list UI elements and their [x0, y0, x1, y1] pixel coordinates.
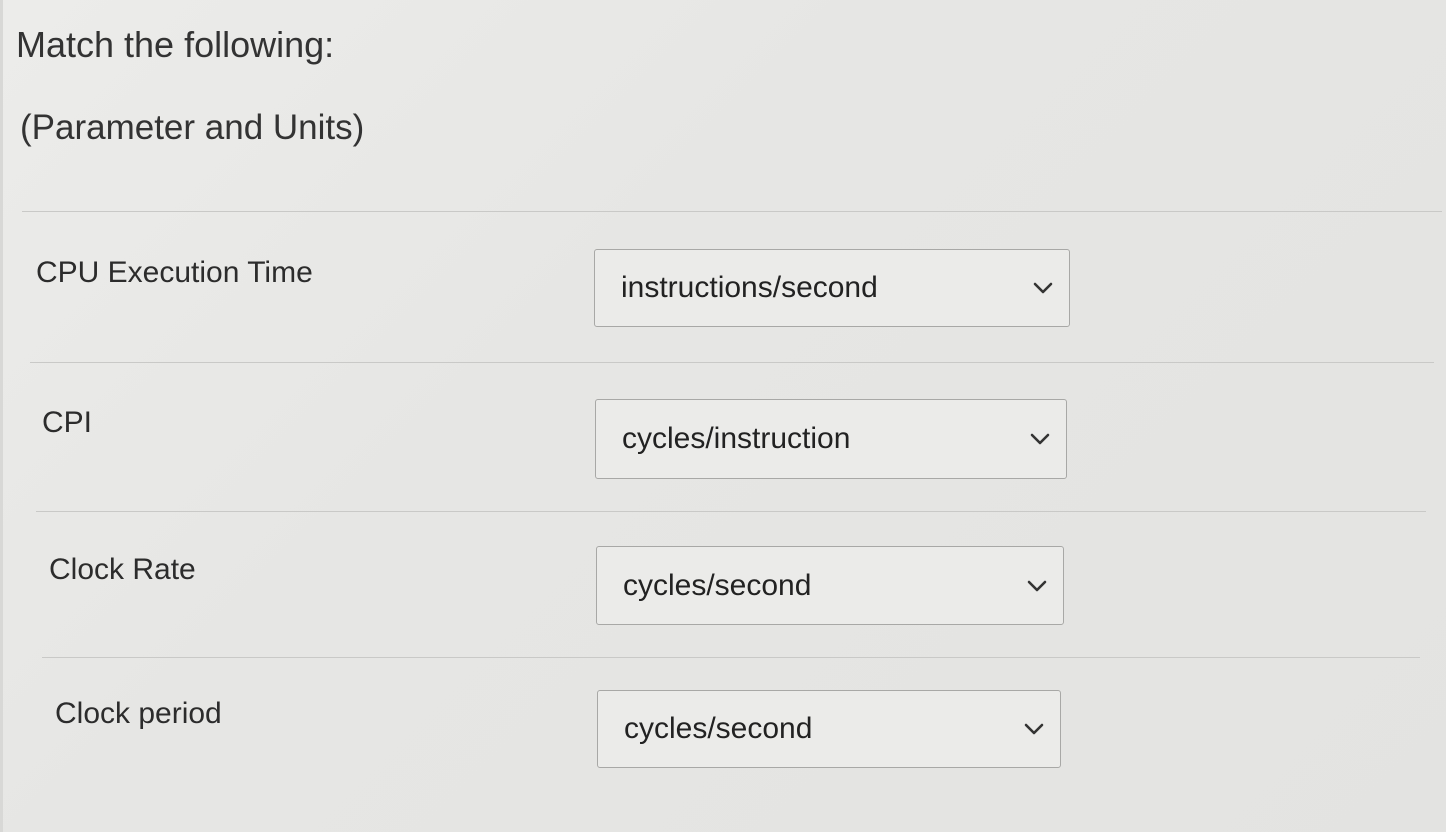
selected-unit: cycles/second [624, 712, 813, 745]
unit-select-clock-rate[interactable]: cycles/second [596, 546, 1064, 625]
chevron-down-icon [1019, 568, 1055, 604]
unit-select-cpu-execution-time[interactable]: instructions/second [594, 249, 1070, 327]
divider-row-2 [36, 511, 1426, 512]
question-subtitle: (Parameter and Units) [20, 108, 365, 147]
question-title: Match the following: [16, 24, 335, 65]
divider-row-3 [42, 657, 1420, 658]
divider-top [22, 211, 1442, 212]
chevron-down-icon [1025, 270, 1061, 306]
unit-select-clock-period[interactable]: cycles/second [597, 690, 1061, 768]
chevron-down-icon [1016, 711, 1052, 747]
selected-unit: cycles/second [623, 568, 812, 602]
page-edge [0, 0, 3, 832]
parameter-label-clock-rate: Clock Rate [49, 553, 196, 586]
selected-unit: cycles/instruction [622, 422, 851, 455]
selected-unit: instructions/second [621, 271, 878, 304]
parameter-label-cpi: CPI [42, 406, 93, 439]
chevron-down-icon [1022, 421, 1058, 457]
parameter-label-cpu-execution-time: CPU Execution Time [36, 256, 313, 289]
unit-select-cpi[interactable]: cycles/instruction [595, 399, 1067, 479]
parameter-label-clock-period: Clock period [55, 697, 222, 730]
divider-row-1 [30, 362, 1434, 363]
